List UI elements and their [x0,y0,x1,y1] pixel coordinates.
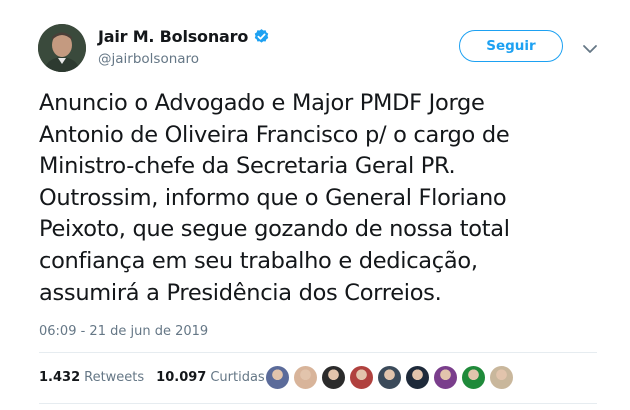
liker-avatar-9[interactable] [489,365,514,390]
likes-stat[interactable]: 10.097 Curtidas [156,370,265,385]
tweet-line: Ministro-chefe da Secretaria Geral PR. [39,153,456,180]
chevron-down-icon[interactable] [582,40,598,53]
tweet-text: Anuncio o Advogado e Major PMDF Jorge An… [39,88,599,309]
liker-avatar-7[interactable] [433,365,458,390]
liker-avatars [265,365,514,390]
liker-avatar-3[interactable] [321,365,346,390]
tweet-line: Outrossim, informo que o General Florian… [39,184,507,211]
liker-avatar-4[interactable] [349,365,374,390]
tweet-line: Antonio de Oliveira Francisco p/ o cargo… [39,121,510,148]
tweet-stats: 1.432 Retweets 10.097 Curtidas [39,370,277,385]
follow-button[interactable]: Seguir [459,30,563,62]
tweet-line: confiança em seu trabalho e dedicação, [39,247,478,274]
author-name-line: Jair M. Bolsonaro [98,27,270,46]
tweet-line: Anuncio o Advogado e Major PMDF Jorge [39,90,485,116]
retweets-count: 1.432 [39,370,81,385]
author-avatar[interactable] [38,24,86,72]
divider [39,352,597,353]
tweet-line: assumirá a Presidência dos Correios. [39,279,442,306]
retweets-label: Retweets [84,370,145,385]
tweet-card: Jair M. Bolsonaro @jairbolsonaro Seguir … [0,0,630,410]
liker-avatar-2[interactable] [293,365,318,390]
verified-badge-icon [253,28,270,45]
retweets-stat[interactable]: 1.432 Retweets [39,370,144,385]
author-handle[interactable]: @jairbolsonaro [98,51,199,67]
tweet-line: Peixoto, que segue gozando de nossa tota… [39,216,510,243]
author-display-name[interactable]: Jair M. Bolsonaro [98,27,248,46]
liker-avatar-1[interactable] [265,365,290,390]
liker-avatar-8[interactable] [461,365,486,390]
liker-avatar-6[interactable] [405,365,430,390]
divider [39,403,597,404]
likes-label: Curtidas [210,370,265,385]
tweet-timestamp[interactable]: 06:09 - 21 de jun de 2019 [39,324,208,339]
likes-count: 10.097 [156,370,207,385]
liker-avatar-5[interactable] [377,365,402,390]
